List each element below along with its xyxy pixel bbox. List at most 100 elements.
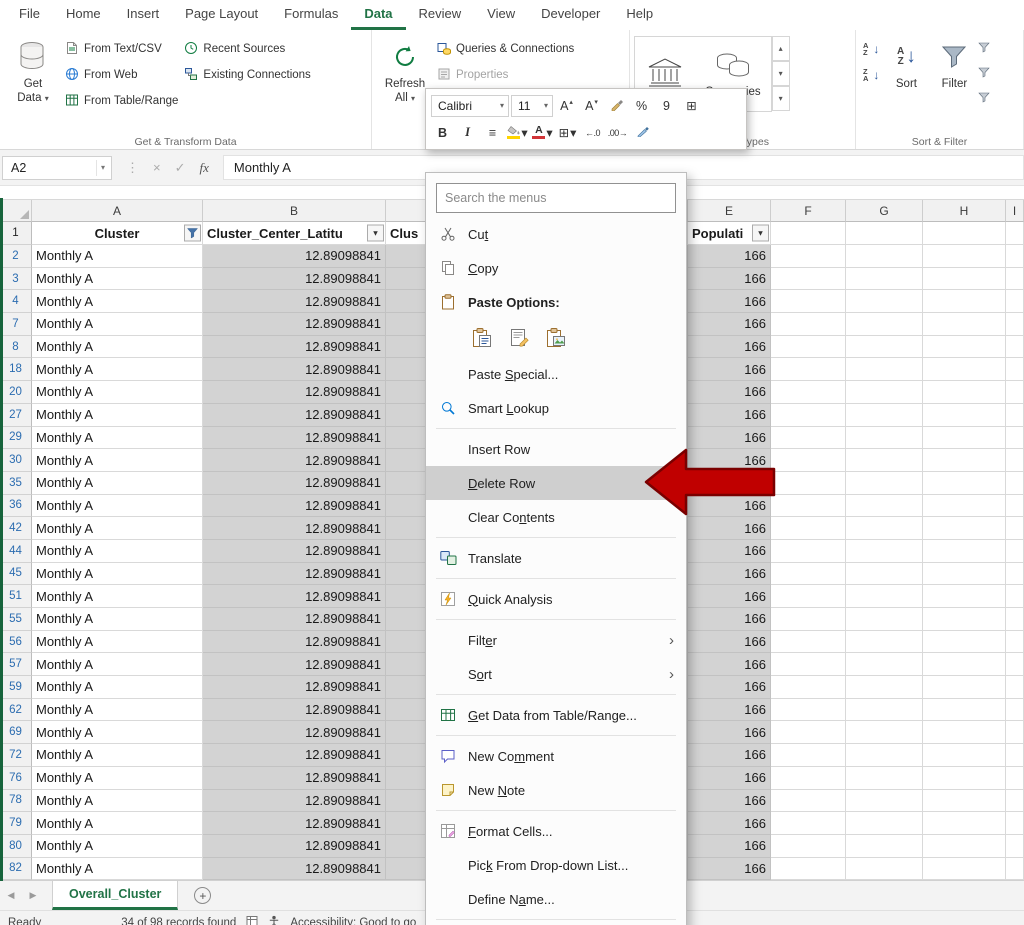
cell[interactable] <box>846 585 923 608</box>
cell[interactable]: Monthly A <box>32 563 203 586</box>
cell[interactable] <box>846 290 923 313</box>
menu-item-format-cells[interactable]: Format Cells... <box>426 814 686 848</box>
properties-button[interactable]: Properties <box>434 64 577 86</box>
font-size-select[interactable]: 11 ▾ <box>511 95 553 117</box>
insert-function-button[interactable]: fx <box>200 160 209 176</box>
row-header[interactable]: 82 <box>0 858 32 881</box>
cell[interactable]: Monthly A <box>32 404 203 427</box>
sort-button[interactable]: AZ↓ Sort <box>882 32 930 91</box>
cell[interactable]: 12.89098841 <box>203 608 386 631</box>
row-header[interactable]: 4 <box>0 290 32 313</box>
from-text-csv-button[interactable]: From Text/CSV <box>62 38 181 60</box>
cell[interactable] <box>846 495 923 518</box>
cell[interactable]: Monthly A <box>32 358 203 381</box>
shrink-font-button[interactable]: A▾ <box>580 94 603 117</box>
cell[interactable]: 166 <box>688 313 771 336</box>
cell[interactable] <box>1006 653 1024 676</box>
cell[interactable]: Monthly A <box>32 245 203 268</box>
cell[interactable]: Monthly A <box>32 790 203 813</box>
cell[interactable] <box>1006 585 1024 608</box>
menu-search-input[interactable] <box>445 191 667 205</box>
row-header[interactable]: 3 <box>0 268 32 291</box>
menu-item-get-data-table[interactable]: Get Data from Table/Range... <box>426 698 686 732</box>
row-header[interactable]: 42 <box>0 517 32 540</box>
cell[interactable] <box>923 653 1006 676</box>
cell[interactable]: 166 <box>688 358 771 381</box>
picture-paste-button[interactable] <box>542 325 570 351</box>
cell[interactable] <box>846 653 923 676</box>
cell[interactable]: 12.89098841 <box>203 290 386 313</box>
cell[interactable]: Monthly A <box>32 676 203 699</box>
column-header-G[interactable]: G <box>846 200 923 222</box>
row-header[interactable]: 69 <box>0 721 32 744</box>
cell[interactable] <box>1006 358 1024 381</box>
cell[interactable]: 166 <box>688 699 771 722</box>
cell[interactable] <box>846 245 923 268</box>
format-painter-2-button[interactable] <box>631 121 654 144</box>
cell[interactable]: Monthly A <box>32 608 203 631</box>
filter-applied-button[interactable] <box>184 225 201 242</box>
menu-item-copy[interactable]: Copy <box>426 251 686 285</box>
row-header[interactable]: 8 <box>0 336 32 359</box>
cell[interactable] <box>846 767 923 790</box>
menu-item-smart-lookup[interactable]: Smart Lookup <box>426 391 686 425</box>
font-color-button[interactable]: A ▾ <box>531 121 554 144</box>
cell[interactable] <box>1006 767 1024 790</box>
row-header[interactable]: 78 <box>0 790 32 813</box>
align-center-button[interactable]: ≡ <box>481 121 504 144</box>
cell[interactable] <box>1006 631 1024 654</box>
cell[interactable] <box>846 699 923 722</box>
cell[interactable]: 166 <box>688 744 771 767</box>
cell[interactable]: 166 <box>688 858 771 881</box>
cell[interactable] <box>923 767 1006 790</box>
new-sheet-button[interactable]: + <box>194 887 211 904</box>
cell[interactable]: 12.89098841 <box>203 336 386 359</box>
recent-sources-button[interactable]: Recent Sources <box>181 38 313 60</box>
format-as-table-button[interactable]: ⊞ <box>680 94 703 117</box>
queries-connections-button[interactable]: Queries & Connections <box>434 38 577 60</box>
cell[interactable] <box>923 721 1006 744</box>
ribbon-tab-data[interactable]: Data <box>351 0 405 30</box>
cell[interactable] <box>771 290 846 313</box>
cell[interactable] <box>771 336 846 359</box>
menu-item-sort[interactable]: Sort› <box>426 657 686 691</box>
row-header[interactable]: 72 <box>0 744 32 767</box>
cell[interactable]: Monthly A <box>32 472 203 495</box>
cell[interactable] <box>846 676 923 699</box>
cell[interactable] <box>1006 812 1024 835</box>
cell[interactable] <box>846 268 923 291</box>
row-header[interactable]: 27 <box>0 404 32 427</box>
menu-item-define-name[interactable]: Define Name... <box>426 882 686 916</box>
existing-connections-button[interactable]: Existing Connections <box>181 64 313 86</box>
cell[interactable] <box>771 676 846 699</box>
macro-record-icon[interactable] <box>246 915 258 925</box>
cell[interactable] <box>771 427 846 450</box>
cell[interactable] <box>1006 699 1024 722</box>
cell[interactable] <box>771 495 846 518</box>
cell[interactable] <box>846 336 923 359</box>
bold-button[interactable]: B <box>431 121 454 144</box>
cell[interactable] <box>846 517 923 540</box>
cell[interactable] <box>771 540 846 563</box>
cell[interactable] <box>1006 222 1024 245</box>
next-sheet-button[interactable]: ▶ <box>22 881 44 910</box>
cell[interactable] <box>846 721 923 744</box>
menu-item-paste-special[interactable]: Paste Special... <box>426 357 686 391</box>
cell[interactable] <box>846 563 923 586</box>
cell[interactable] <box>923 517 1006 540</box>
cell[interactable] <box>1006 268 1024 291</box>
cell[interactable] <box>923 427 1006 450</box>
cell[interactable] <box>771 472 846 495</box>
cell[interactable] <box>1006 290 1024 313</box>
cell[interactable] <box>771 313 846 336</box>
from-table-range-button[interactable]: From Table/Range <box>62 90 181 112</box>
row-header[interactable]: 1 <box>0 222 32 245</box>
ribbon-tab-home[interactable]: Home <box>53 0 114 30</box>
cell[interactable]: Monthly A <box>32 449 203 472</box>
cell[interactable]: 166 <box>688 631 771 654</box>
cell[interactable]: 12.89098841 <box>203 835 386 858</box>
cell[interactable]: 166 <box>688 676 771 699</box>
cell[interactable]: 166 <box>688 721 771 744</box>
cell[interactable] <box>846 358 923 381</box>
cell[interactable] <box>923 744 1006 767</box>
